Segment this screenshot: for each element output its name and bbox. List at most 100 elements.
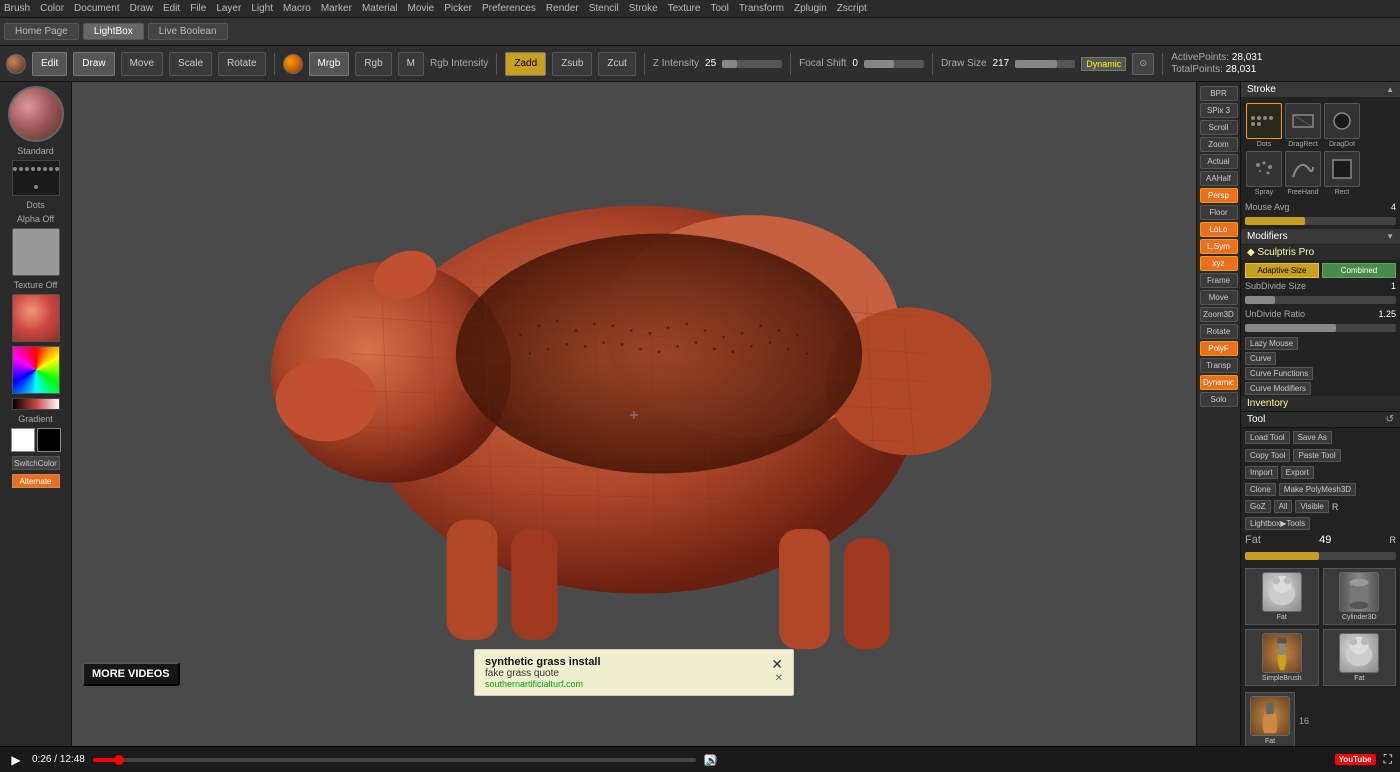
tab-live-boolean[interactable]: Live Boolean — [148, 23, 228, 40]
z-intensity-slider[interactable] — [722, 60, 782, 68]
solo-button[interactable]: Solo — [1200, 392, 1238, 407]
play-button[interactable]: ▶ — [8, 752, 24, 768]
floor-button[interactable]: Floor — [1200, 205, 1238, 220]
orange-sphere[interactable] — [283, 54, 303, 74]
make-polymesh-button[interactable]: Make PolyMesh3D — [1279, 483, 1356, 496]
material-preview[interactable] — [8, 86, 64, 142]
dots-stroke[interactable]: Dots — [1246, 103, 1282, 148]
fat3-tool-thumb[interactable]: Fat — [1245, 692, 1295, 746]
menu-document[interactable]: Document — [74, 3, 120, 14]
switch-color-button[interactable]: SwitchColor — [12, 456, 60, 470]
dragrect-stroke[interactable]: DragRect — [1285, 103, 1321, 148]
menu-movie[interactable]: Movie — [408, 3, 435, 14]
black-swatch[interactable] — [37, 428, 61, 452]
menu-picker[interactable]: Picker — [444, 3, 472, 14]
transp-button[interactable]: Transp — [1200, 358, 1238, 373]
all-button[interactable]: All — [1274, 500, 1293, 513]
copy-tool-button[interactable]: Copy Tool — [1245, 449, 1290, 462]
curve-button[interactable]: Curve — [1245, 352, 1276, 365]
texture-preview[interactable] — [12, 294, 60, 342]
import-button[interactable]: Import — [1245, 466, 1278, 479]
video-progress-bar[interactable] — [93, 758, 696, 762]
goz-button[interactable]: GoZ — [1245, 500, 1271, 513]
scale-button[interactable]: Scale — [169, 52, 212, 76]
zadd-button[interactable]: Zadd — [505, 52, 546, 76]
material-sphere[interactable] — [6, 54, 26, 74]
export-button[interactable]: Export — [1281, 466, 1314, 479]
rotate-rt-button[interactable]: Rotate — [1200, 324, 1238, 339]
zcut-button[interactable]: Zcut — [598, 52, 635, 76]
move-button[interactable]: Move — [121, 52, 163, 76]
mrgb-button[interactable]: Mrgb — [309, 52, 350, 76]
curve-modifiers-button[interactable]: Curve Modifiers — [1245, 382, 1311, 395]
standard-label[interactable]: Standard — [17, 146, 54, 156]
rect-stroke[interactable]: Rect — [1324, 151, 1360, 196]
load-tool-button[interactable]: Load Tool — [1245, 431, 1290, 444]
menu-zplugin[interactable]: Zplugin — [794, 3, 827, 14]
freehand-stroke[interactable]: FreeHand — [1285, 151, 1321, 196]
white-swatch[interactable] — [11, 428, 35, 452]
menu-draw[interactable]: Draw — [130, 3, 153, 14]
paste-tool-button[interactable]: Paste Tool — [1293, 449, 1340, 462]
fat2-tool-thumb[interactable]: Fat — [1323, 629, 1397, 686]
menu-render[interactable]: Render — [546, 3, 579, 14]
menu-light[interactable]: Light — [251, 3, 273, 14]
mouse-avg-slider[interactable] — [1245, 217, 1396, 225]
dots-preview[interactable] — [12, 160, 60, 196]
clone-button[interactable]: Clone — [1245, 483, 1276, 496]
menu-preferences[interactable]: Preferences — [482, 3, 536, 14]
frame-button[interactable]: Frame — [1200, 273, 1238, 288]
dynamic-button[interactable]: Dynamic — [1081, 57, 1126, 71]
color-picker[interactable] — [12, 346, 60, 394]
menu-texture[interactable]: Texture — [668, 3, 701, 14]
spix-button[interactable]: SPix 3 — [1200, 103, 1238, 118]
fat-tool-thumb[interactable]: Fat — [1245, 568, 1319, 625]
aahalf-button[interactable]: AAHalf — [1200, 171, 1238, 186]
modifiers-header[interactable]: Modifiers ▼ — [1241, 229, 1400, 245]
adaptive-size-button[interactable]: Adaptive Size — [1245, 263, 1319, 278]
texture-off-label[interactable]: Texture Off — [14, 280, 58, 290]
move-rt-button[interactable]: Move — [1200, 290, 1238, 305]
fat-slider[interactable] — [1245, 552, 1396, 560]
canvas-background[interactable]: MORE VIDEOS synthetic grass install fake… — [72, 82, 1196, 746]
visible-button[interactable]: Visible — [1295, 500, 1328, 513]
alternate-button[interactable]: Alternate — [12, 474, 60, 488]
stroke-section-header[interactable]: Stroke ▲ — [1241, 82, 1400, 98]
lolo-button[interactable]: LoLo — [1200, 222, 1238, 237]
menu-file[interactable]: File — [190, 3, 206, 14]
subdivide-size-slider[interactable] — [1245, 296, 1396, 304]
spray-stroke[interactable]: Spray — [1246, 151, 1282, 196]
fullscreen-button[interactable]: ⛶ — [1384, 752, 1392, 767]
combined-button[interactable]: Combined — [1322, 263, 1396, 278]
menu-brush[interactable]: Brush — [4, 3, 30, 14]
camera-icon[interactable]: ⊙ — [1132, 53, 1154, 75]
rgb-button[interactable]: Rgb — [355, 52, 391, 76]
3d-viewport[interactable] — [132, 132, 1186, 686]
edit-button[interactable]: Edit — [32, 52, 67, 76]
menu-transform[interactable]: Transform — [739, 3, 784, 14]
menu-marker[interactable]: Marker — [321, 3, 352, 14]
save-as-button[interactable]: Save As — [1293, 431, 1332, 444]
bpr-button[interactable]: BPR — [1200, 86, 1238, 101]
menu-stroke[interactable]: Stroke — [629, 3, 658, 14]
draw-button[interactable]: Draw — [73, 52, 114, 76]
alpha-preview[interactable] — [12, 228, 60, 276]
zsub-button[interactable]: Zsub — [552, 52, 592, 76]
tool-reset-icon[interactable]: ↺ — [1386, 414, 1394, 425]
menu-color[interactable]: Color — [40, 3, 64, 14]
menu-material[interactable]: Material — [362, 3, 398, 14]
tool-section-header[interactable]: Tool ↺ — [1241, 412, 1400, 428]
draw-size-slider[interactable] — [1015, 60, 1075, 68]
tab-lightbox[interactable]: LightBox — [83, 23, 144, 40]
sculptris-pro-header[interactable]: ◆ Sculptris Pro — [1241, 245, 1400, 261]
more-videos-button[interactable]: MORE VIDEOS — [82, 662, 180, 686]
menu-zscript[interactable]: Zscript — [837, 3, 867, 14]
dragdot-stroke[interactable]: DragDot — [1324, 103, 1360, 148]
volume-button[interactable]: 🔊 — [704, 754, 716, 766]
m-button[interactable]: M — [398, 52, 424, 76]
rotate-button[interactable]: Rotate — [218, 52, 265, 76]
tab-home[interactable]: Home Page — [4, 23, 79, 40]
zoom-button[interactable]: Zoom — [1200, 137, 1238, 152]
menu-stencil[interactable]: Stencil — [589, 3, 619, 14]
cylinder3d-tool-thumb[interactable]: Cylinder3D — [1323, 568, 1397, 625]
